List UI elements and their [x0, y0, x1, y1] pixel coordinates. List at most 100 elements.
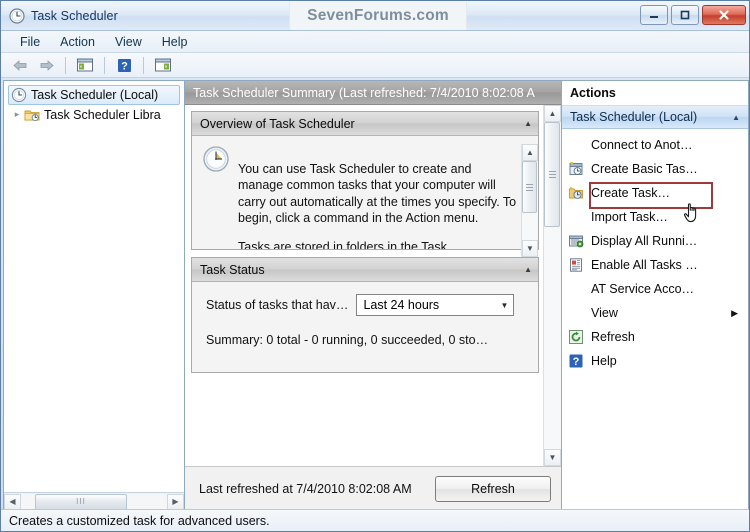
scroll-right-arrow[interactable]: ▶: [167, 493, 184, 510]
menu-bar: File Action View Help: [1, 31, 749, 53]
action-label: Create Basic Tas…: [591, 162, 698, 176]
no-icon: [568, 209, 584, 225]
task-status-section-header[interactable]: Task Status ▲: [192, 258, 538, 282]
minimize-button[interactable]: [640, 5, 668, 25]
no-icon: [568, 281, 584, 297]
action-label: Enable All Tasks …: [591, 258, 698, 272]
tree-item-task-scheduler-library[interactable]: ▸ Task Scheduler Libra: [8, 105, 184, 124]
maximize-button[interactable]: [671, 5, 699, 25]
scroll-track[interactable]: [544, 122, 561, 449]
main-panes: Task Scheduler (Local) ▸ Task Scheduler …: [3, 80, 749, 511]
overview-body-wrap: You can use Task Scheduler to create and…: [192, 136, 538, 257]
refresh-button[interactable]: Refresh: [435, 475, 551, 502]
action-label: Create Task…: [591, 186, 670, 200]
action-label: Connect to Anot…: [591, 138, 693, 152]
collapse-caret-icon[interactable]: ▲: [732, 113, 740, 122]
summary-pane: Task Scheduler Summary (Last refreshed: …: [184, 80, 562, 511]
back-arrow-icon[interactable]: [9, 55, 31, 75]
console-tree-pane: Task Scheduler (Local) ▸ Task Scheduler …: [3, 80, 184, 511]
display-running-tasks-icon: [568, 233, 584, 249]
no-icon: [568, 305, 584, 321]
scroll-thumb[interactable]: [522, 161, 537, 213]
scroll-up-arrow[interactable]: ▲: [522, 144, 538, 161]
action-label: Display All Runni…: [591, 234, 698, 248]
title-bar: Task Scheduler SevenForums.com: [1, 1, 749, 31]
svg-text:?: ?: [121, 60, 128, 72]
console-tree: Task Scheduler (Local) ▸ Task Scheduler …: [4, 81, 184, 492]
task-status-section: Task Status ▲ Status of tasks that hav… …: [191, 257, 539, 373]
clock-icon: [9, 7, 25, 24]
no-icon: [568, 137, 584, 153]
task-status-body-wrap: Status of tasks that hav… Last 24 hours …: [192, 282, 538, 372]
scroll-track[interactable]: III: [21, 493, 167, 510]
close-button[interactable]: [702, 5, 746, 25]
task-scheduler-window: Task Scheduler SevenForums.com File Acti…: [0, 0, 750, 532]
expand-chevron-icon[interactable]: ▸: [10, 109, 24, 120]
scroll-left-arrow[interactable]: ◀: [4, 493, 21, 510]
actions-pane-title: Actions: [562, 81, 748, 106]
action-connect-to-another-computer[interactable]: Connect to Anot…: [562, 133, 748, 157]
scroll-thumb-grip: [526, 183, 533, 191]
scroll-thumb[interactable]: [544, 122, 560, 227]
action-enable-all-tasks-history[interactable]: Enable All Tasks …: [562, 253, 748, 277]
scroll-thumb-grip: [548, 171, 556, 178]
actions-group-header[interactable]: Task Scheduler (Local) ▲: [562, 106, 748, 129]
tree-item-task-scheduler-local[interactable]: Task Scheduler (Local): [8, 85, 180, 105]
overview-text: You can use Task Scheduler to create and…: [238, 144, 521, 250]
task-status-period-select[interactable]: Last 24 hours ▼: [356, 294, 515, 316]
action-help[interactable]: ? Help: [562, 349, 748, 373]
overview-section-header[interactable]: Overview of Task Scheduler ▲: [192, 112, 538, 136]
menu-item-help[interactable]: Help: [153, 33, 197, 51]
submenu-arrow-icon[interactable]: ▶: [731, 308, 738, 319]
enable-all-tasks-icon: [568, 257, 584, 273]
clock-icon: [202, 145, 230, 173]
action-label: Import Task…: [591, 210, 668, 224]
action-create-task[interactable]: Create Task…: [562, 181, 748, 209]
action-view[interactable]: View ▶: [562, 301, 748, 325]
action-label: AT Service Acco…: [591, 282, 695, 296]
chevron-down-icon[interactable]: ▼: [501, 301, 509, 310]
menu-item-file[interactable]: File: [11, 33, 49, 51]
action-display-all-running-tasks[interactable]: Display All Runni…: [562, 229, 748, 253]
window-title: Task Scheduler: [31, 8, 118, 23]
task-status-filter-label: Status of tasks that hav…: [206, 298, 349, 312]
toolbar-separator: [143, 56, 144, 74]
actions-pane: Actions Task Scheduler (Local) ▲ Connect…: [562, 80, 749, 511]
scroll-down-arrow[interactable]: ▼: [544, 449, 561, 466]
show-hide-action-pane-icon[interactable]: [152, 55, 174, 75]
overview-section: Overview of Task Scheduler ▲ You can use…: [191, 111, 539, 257]
action-create-basic-task[interactable]: Create Basic Tas…: [562, 157, 748, 181]
action-at-service-account[interactable]: AT Service Acco…: [562, 277, 748, 301]
help-icon: ?: [568, 353, 584, 369]
menu-item-action[interactable]: Action: [51, 33, 104, 51]
window-controls: [640, 5, 746, 25]
forward-arrow-icon[interactable]: [35, 55, 57, 75]
scroll-up-arrow[interactable]: ▲: [544, 105, 561, 122]
show-hide-console-tree-icon[interactable]: [74, 55, 96, 75]
action-refresh[interactable]: Refresh: [562, 325, 748, 349]
help-icon[interactable]: ?: [113, 55, 135, 75]
status-bar-text: Creates a customized task for advanced u…: [9, 513, 270, 528]
tree-item-label: Task Scheduler Libra: [44, 107, 161, 122]
scroll-down-arrow[interactable]: ▼: [522, 240, 538, 257]
action-label: Refresh: [591, 330, 635, 344]
menu-item-view[interactable]: View: [106, 33, 151, 51]
overview-body: You can use Task Scheduler to create and…: [192, 136, 538, 257]
scroll-thumb[interactable]: III: [35, 493, 127, 510]
action-import-task[interactable]: Import Task…: [562, 205, 748, 229]
clock-icon: [11, 87, 27, 103]
tree-horizontal-scrollbar[interactable]: ◀ III ▶: [4, 492, 184, 510]
toolbar-separator: [65, 56, 66, 74]
collapse-caret-icon[interactable]: ▲: [524, 265, 532, 274]
status-bar: Creates a customized task for advanced u…: [1, 509, 749, 531]
overview-paragraph-2: Tasks are stored in folders in the Task: [238, 239, 447, 250]
svg-text:?: ?: [573, 356, 580, 368]
summary-vertical-scrollbar[interactable]: ▲ ▼: [543, 105, 561, 466]
scroll-track[interactable]: [522, 161, 538, 240]
overview-title: Overview of Task Scheduler: [200, 116, 355, 131]
watermark: SevenForums.com: [289, 2, 467, 30]
task-status-body: Status of tasks that hav… Last 24 hours …: [192, 282, 538, 372]
overview-vertical-scrollbar[interactable]: ▲ ▼: [521, 144, 538, 257]
toolbar: ?: [1, 53, 749, 78]
collapse-caret-icon[interactable]: ▲: [524, 119, 532, 128]
